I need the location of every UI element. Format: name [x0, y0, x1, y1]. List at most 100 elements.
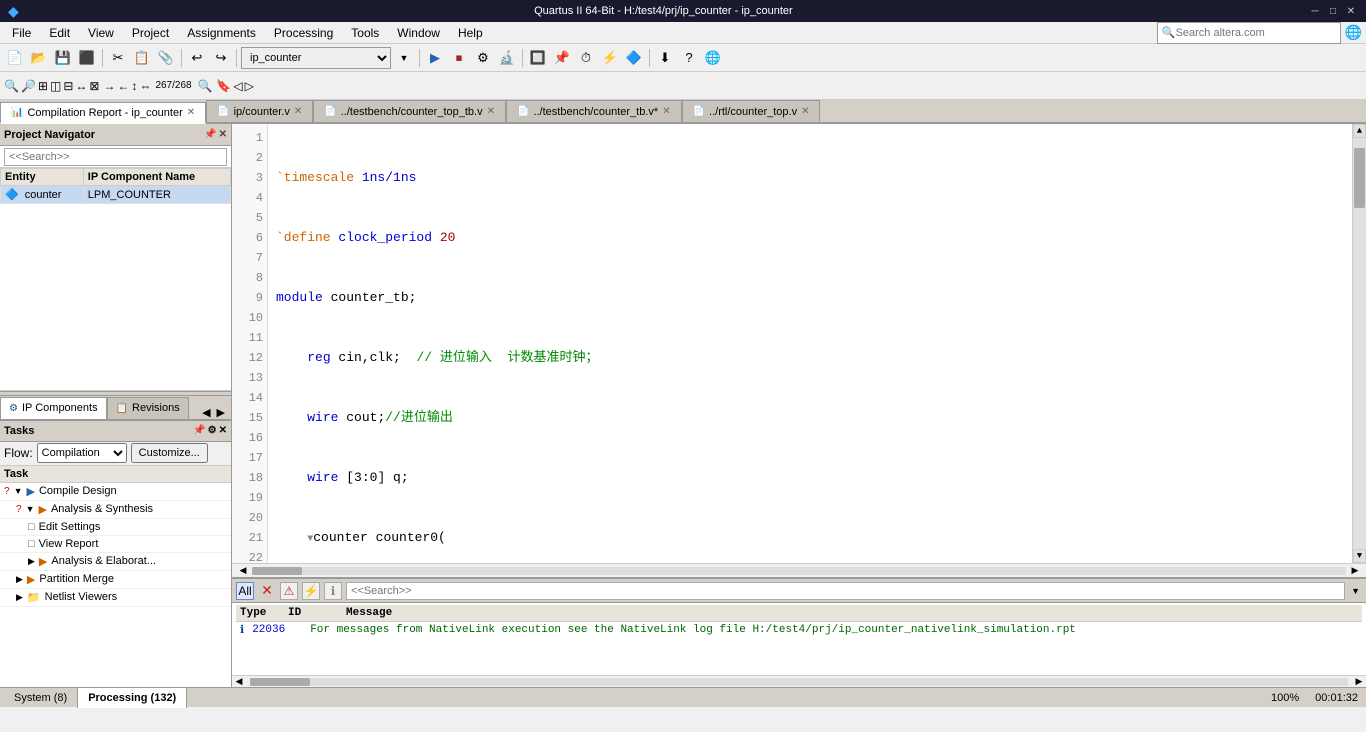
search-input[interactable] — [1176, 27, 1336, 39]
altera-link-icon[interactable]: 🌐 — [1345, 24, 1362, 41]
menu-edit[interactable]: Edit — [41, 24, 78, 42]
rtl-btn[interactable]: 🔷 — [623, 47, 645, 69]
nav-close-btn[interactable]: ✕ — [219, 129, 227, 140]
scroll-up-arrow[interactable]: ▲ — [1353, 124, 1366, 138]
new-btn[interactable]: 📄 — [4, 47, 26, 69]
tasks-close-btn[interactable]: ✕ — [219, 425, 227, 436]
tb2-btn2[interactable]: 🔎 — [21, 79, 36, 93]
hscroll-thumb[interactable] — [252, 567, 302, 575]
log-clear-btn[interactable]: ✕ — [258, 582, 276, 600]
elab-expand[interactable]: ▶ — [28, 556, 35, 567]
paste-btn[interactable]: 📎 — [155, 47, 177, 69]
log-search-input[interactable] — [346, 582, 1345, 600]
tasks-pin-btn[interactable]: 📌 — [193, 425, 205, 436]
tab-close-ip[interactable]: ✕ — [294, 106, 302, 117]
analyze-btn[interactable]: ⚙ — [472, 47, 494, 69]
tab-close-tb-top[interactable]: ✕ — [487, 106, 495, 117]
tb2-btn10[interactable]: ↕ — [131, 79, 137, 93]
tab-close-comp[interactable]: ✕ — [187, 107, 195, 118]
task-edit-settings[interactable]: □ Edit Settings — [0, 519, 231, 536]
nav-pin-btn[interactable]: 📌 — [204, 129, 216, 140]
task-partition-merge[interactable]: ▶ ▶ Partition Merge — [0, 571, 231, 589]
timing-btn[interactable]: ⏱ — [575, 47, 597, 69]
vscroll-track[interactable] — [1353, 138, 1366, 549]
compile-expand[interactable]: ▼ — [14, 486, 23, 496]
menu-project[interactable]: Project — [124, 24, 177, 42]
nav-prev-btn[interactable]: ◀ — [200, 406, 212, 419]
tb2-btn11[interactable]: ⇔ — [139, 79, 151, 93]
menu-assignments[interactable]: Assignments — [179, 24, 264, 42]
fold-mark-7[interactable]: ▼ — [307, 534, 313, 545]
log-search-dropdown[interactable]: ▼ — [1349, 586, 1362, 596]
right-scrollbar[interactable]: ▲ ▼ — [1352, 124, 1366, 563]
log-warn-btn[interactable]: ⚡ — [302, 582, 320, 600]
tab-counter-tb[interactable]: 📄 ../testbench/counter_tb.v* ✕ — [506, 100, 682, 122]
tab-revisions[interactable]: 📋 Revisions — [107, 397, 189, 419]
tb2-btn3[interactable]: ⊞ — [38, 79, 48, 93]
minimize-button[interactable]: ─ — [1308, 4, 1322, 18]
tb2-next[interactable]: ▷ — [245, 79, 254, 93]
tb2-btn5[interactable]: ⊟ — [63, 79, 73, 93]
tb2-btn4[interactable]: ◫ — [50, 79, 61, 93]
menu-processing[interactable]: Processing — [266, 24, 341, 42]
code-editor[interactable]: 1 2 3 4 5 6 7 8 9 10 11 12 13 14 15 16 1… — [232, 124, 1366, 563]
status-tab-processing[interactable]: Processing (132) — [78, 688, 187, 708]
tab-ip-counter-v[interactable]: 📄 ip/counter.v ✕ — [206, 100, 313, 122]
menu-tools[interactable]: Tools — [343, 24, 387, 42]
stop-btn[interactable]: ⏹ — [448, 47, 470, 69]
status-tab-system[interactable]: System (8) — [4, 688, 78, 708]
log-scroll-right[interactable]: ▶ — [1352, 676, 1366, 687]
maximize-button[interactable]: □ — [1326, 4, 1340, 18]
tab-close-ctop[interactable]: ✕ — [801, 106, 809, 117]
project-search-input[interactable] — [4, 148, 227, 166]
task-view-report[interactable]: □ View Report — [0, 536, 231, 553]
menu-window[interactable]: Window — [389, 24, 448, 42]
tab-tb-top[interactable]: 📄 ../testbench/counter_top_tb.v ✕ — [313, 100, 506, 122]
customize-button[interactable]: Customize... — [131, 443, 208, 463]
tab-counter-top[interactable]: 📄 ../rtl/counter_top.v ✕ — [682, 100, 821, 122]
redo-btn[interactable]: ↪ — [210, 47, 232, 69]
tb2-btn1[interactable]: 🔍 — [4, 79, 19, 93]
tb2-btn9[interactable]: ← — [117, 79, 129, 93]
netlist-expand[interactable]: ▶ — [16, 592, 23, 603]
tab-compilation-report[interactable]: 📊 Compilation Report - ip_counter ✕ — [0, 102, 206, 124]
dropdown-icon[interactable]: ▼ — [393, 47, 415, 69]
copy-btn[interactable]: 📋 — [131, 47, 153, 69]
hscroll-track[interactable] — [252, 567, 1346, 575]
log-scroll-track[interactable] — [250, 678, 1348, 686]
project-dropdown[interactable]: ip_counter — [241, 47, 391, 69]
tb2-num[interactable]: 267/268 — [155, 80, 195, 91]
help-btn[interactable]: ? — [678, 47, 700, 69]
task-netlist-viewers[interactable]: ▶ 📁 Netlist Viewers — [0, 589, 231, 607]
save-btn[interactable]: 💾 — [52, 47, 74, 69]
editor-scrollbar[interactable]: ◀ ▶ — [232, 563, 1366, 577]
chip-btn[interactable]: 🔲 — [527, 47, 549, 69]
table-row[interactable]: 🔷 counter LPM_COUNTER — [1, 186, 231, 204]
prog-btn[interactable]: ⬇ — [654, 47, 676, 69]
code-content[interactable]: `timescale 1ns/1ns `define clock_period … — [268, 124, 1352, 563]
close-button[interactable]: ✕ — [1344, 4, 1358, 18]
open-btn[interactable]: 📂 — [28, 47, 50, 69]
menu-view[interactable]: View — [80, 24, 122, 42]
menu-file[interactable]: File — [4, 24, 39, 42]
sim-btn[interactable]: 🔬 — [496, 47, 518, 69]
tab-ip-components[interactable]: ⚙ IP Components — [0, 397, 107, 419]
tb2-search-icon[interactable]: 🔍 — [197, 79, 212, 93]
log-error-btn[interactable]: ⚠ — [280, 582, 298, 600]
log-all-btn[interactable]: All — [236, 582, 254, 600]
log-hscrollbar[interactable]: ◀ ▶ — [232, 675, 1366, 687]
scroll-down-arrow[interactable]: ▼ — [1353, 549, 1366, 563]
hscroll-right[interactable]: ▶ — [1348, 565, 1362, 576]
log-scroll-left[interactable]: ◀ — [232, 676, 246, 687]
partition-expand[interactable]: ▶ — [16, 574, 23, 585]
log-info-btn[interactable]: ℹ — [324, 582, 342, 600]
task-analysis-elaboration[interactable]: ▶ ▶ Analysis & Elaborat... — [0, 553, 231, 571]
search-bar[interactable]: 🔍 — [1157, 22, 1341, 44]
tb2-prev[interactable]: ◁ — [233, 79, 242, 93]
tab-close-ctb[interactable]: ✕ — [662, 106, 670, 117]
task-analysis-synthesis[interactable]: ? ▼ ▶ Analysis & Synthesis — [0, 501, 231, 519]
power-btn[interactable]: ⚡ — [599, 47, 621, 69]
tb2-btn6[interactable]: ↔ — [75, 79, 87, 93]
tasks-settings-btn[interactable]: ⚙ — [208, 425, 217, 436]
hscroll-left[interactable]: ◀ — [236, 565, 250, 576]
